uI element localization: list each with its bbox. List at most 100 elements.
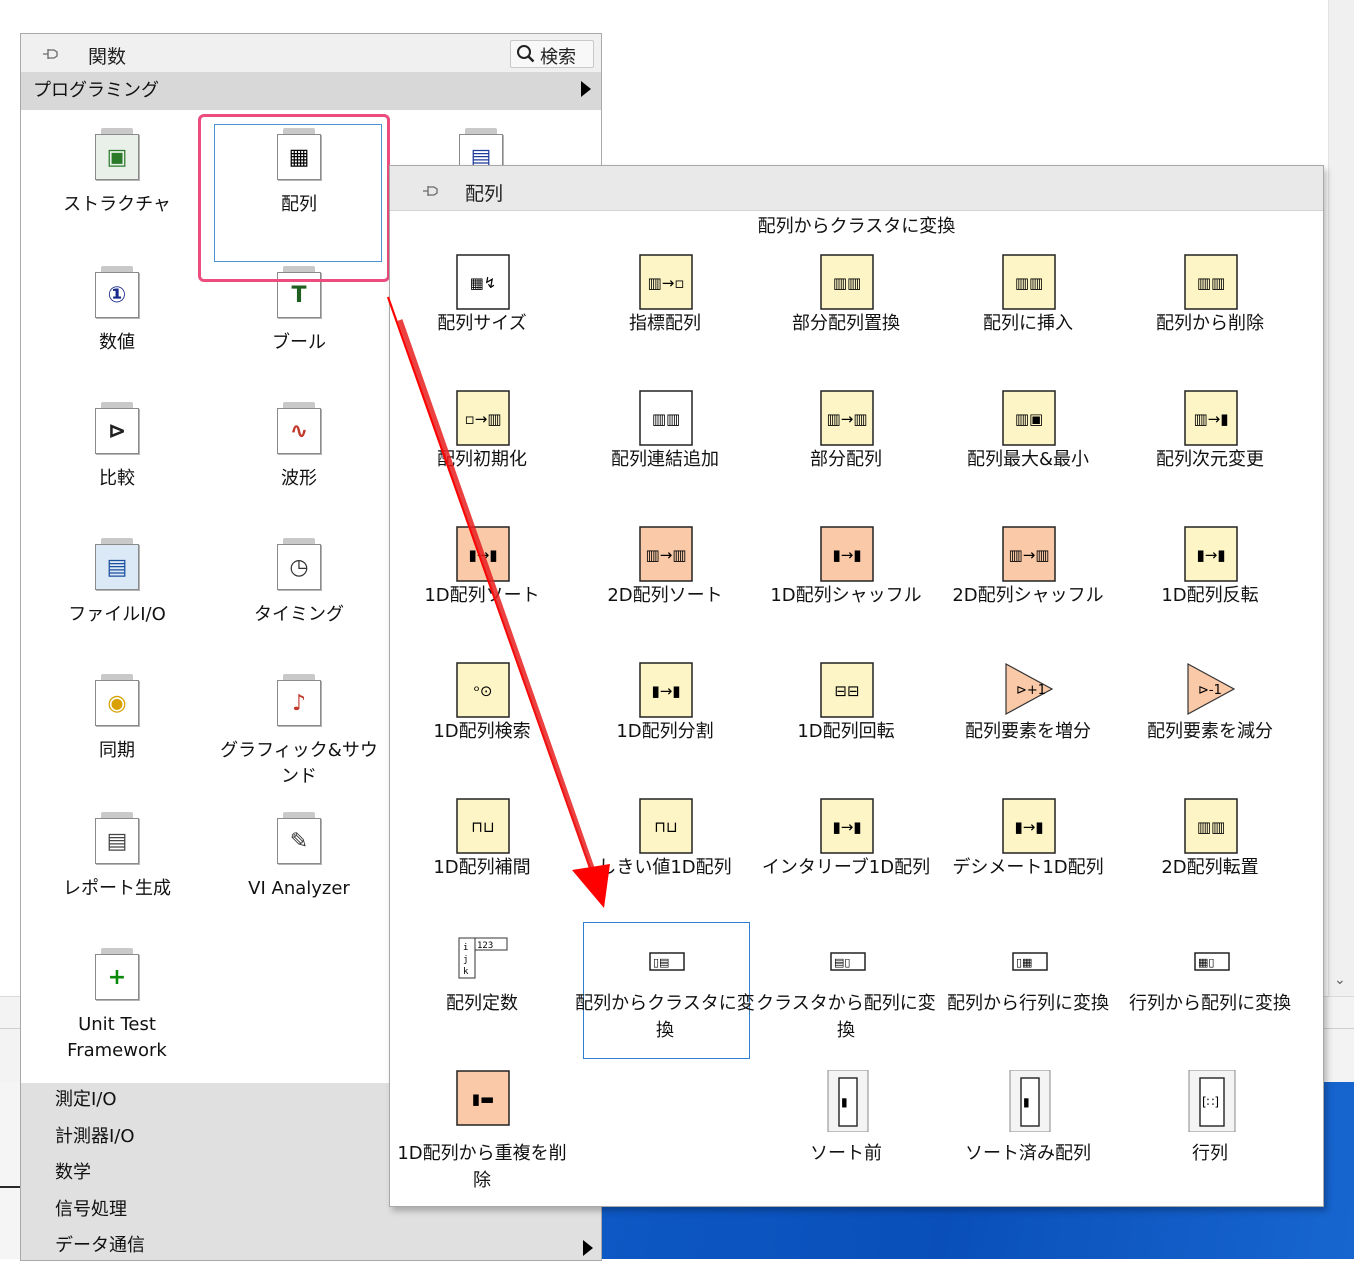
palette-item-label: 数値 [99,332,135,353]
svg-text:▥▥: ▥▥ [1015,274,1043,292]
svg-text:123: 123 [477,941,493,951]
svg-text:▦▯: ▦▯ [1198,956,1214,969]
array-function-label: 配列初期化 [437,449,527,470]
array-function-label: 配列に挿入 [983,313,1073,334]
interleave-1d-arrays-icon: ▮→▮ [820,798,874,854]
svg-text:▮→▮: ▮→▮ [651,682,680,700]
svg-text:ᵒ⊙: ᵒ⊙ [474,682,493,700]
array-function-label: ソート前 [810,1143,882,1164]
expand-arrow-icon[interactable] [583,1240,593,1256]
cluster-to-array-icon: ▤▯ [820,934,874,988]
pin-icon[interactable] [422,183,442,199]
sorted-array-icon: ▮ [1002,1069,1056,1133]
array-to-cluster-icon: ▯▤ [639,934,693,988]
reverse-1d-array-icon: ▮→▮ [1184,526,1238,582]
array-function-label: 行列から配列に変換 [1129,993,1291,1014]
scroll-down-icon[interactable]: ⌄ [1334,972,1346,988]
array-function-label: 配列連結追加 [611,449,719,470]
svg-text:k: k [463,967,469,977]
structures-icon: ▣ [95,128,139,180]
category-mathematics[interactable]: 数学 [55,1158,91,1184]
decrement-array-element-icon: ⊳-1 [1184,662,1238,716]
timing-icon: ◷ [277,538,321,590]
palette-item-label: Unit Test Framework [67,1014,167,1061]
svg-text:▮→▮: ▮→▮ [468,546,497,564]
category-programming[interactable]: プログラミング [21,72,601,110]
pin-icon[interactable] [42,46,62,62]
array-function-label: 配列からクラスタに変換 [575,993,755,1041]
insert-into-array-icon: ▥▥ [1002,254,1056,310]
interpolate-1d-array-icon: ⊓⊔ [456,798,510,854]
array-function-label: 配列から行列に変換 [947,993,1109,1014]
functions-palette-header: 関数 検索 [21,34,601,72]
palette-item-label: 同期 [99,740,135,761]
svg-text:j: j [463,955,468,965]
svg-text:▮→▮: ▮→▮ [832,818,861,836]
array-function-label: ソート済み配列 [965,1143,1091,1164]
expand-arrow-icon[interactable] [581,81,591,97]
svg-text:▥→▥: ▥→▥ [646,546,687,564]
category-signal-processing[interactable]: 信号処理 [55,1195,127,1221]
svg-text:▮: ▮ [1023,1095,1030,1109]
category-measurement-io[interactable]: 測定I/O [55,1085,117,1111]
remove-duplicates-icon: ▮▬ [456,1070,510,1126]
array-function-label: 2D配列ソート [607,585,723,606]
category-data-communication[interactable]: データ通信 [55,1231,145,1257]
palette-item-label: 比較 [99,468,135,489]
array-function-label: 配列定数 [446,993,518,1014]
matrix-to-array-icon: ▦▯ [1184,934,1238,988]
category-label: プログラミング [33,80,159,101]
svg-text:▥→▥: ▥→▥ [827,410,868,428]
array-palette-title: 配列 [465,183,504,205]
array-function-label: 部分配列 [810,449,882,470]
array-function-label: 1D配列回転 [797,721,895,742]
palette-item-label: VI Analyzer [248,878,350,899]
svg-text:⊟⊟: ⊟⊟ [834,682,859,700]
array-function-label: 配列最大&最小 [966,449,1090,470]
hover-tooltip: 配列からクラスタに変換 [757,216,956,237]
background-window-line [0,1186,22,1188]
search-button[interactable]: 検索 [510,40,594,68]
svg-text:▮→▮: ▮→▮ [1014,818,1043,836]
delete-from-array-icon: ▥▥ [1184,254,1238,310]
svg-text:▮→▮: ▮→▮ [832,546,861,564]
rotate-1d-array-icon: ⊟⊟ [820,662,874,718]
svg-text:▤▯: ▤▯ [834,956,850,969]
array-function-label: 1D配列検索 [433,721,531,742]
palette-item-label: ストラクチャ [63,194,171,215]
svg-text:▯▤: ▯▤ [653,956,669,969]
svg-text:⊳+1: ⊳+1 [1016,683,1046,698]
array-function-label: 1D配列から重複を削除 [397,1143,567,1191]
decimate-1d-array-icon: ▮→▮ [1002,798,1056,854]
array-function-label: 配列要素を減分 [1147,721,1273,742]
array-function-label: 配列から削除 [1156,313,1264,334]
array-selection-highlight [198,114,390,282]
array-function-label: インタリーブ1D配列 [761,857,931,878]
initialize-array-icon: ▫→▥ [456,390,510,446]
search-icon [516,44,536,64]
background-scrollbar[interactable] [1328,0,1354,1010]
array-constant-icon: 123 i j k [456,934,510,988]
functions-palette-title: 関数 [88,46,127,68]
sort-1d-array-icon: ▮→▮ [456,526,510,582]
reshape-array-icon: ▥→▮ [1184,390,1238,446]
svg-text:⊓⊔: ⊓⊔ [471,818,494,836]
unit-test-framework-icon: + [95,948,139,1000]
search-label: 検索 [540,47,576,68]
array-function-label: クラスタから配列に変換 [756,993,936,1041]
palette-item-label: グラフィック&サウンド [220,740,378,787]
threshold-1d-array-icon: ⊓⊔ [639,798,693,854]
shuffle-1d-array-icon: ▮→▮ [820,526,874,582]
palette-item-label: ブール [272,332,326,353]
category-instrument-io[interactable]: 計測器I/O [55,1122,135,1148]
svg-text:i: i [463,943,468,953]
split-1d-array-icon: ▮→▮ [639,662,693,718]
svg-text:▫→▥: ▫→▥ [465,410,502,428]
array-palette-header: 配列 [390,166,1323,211]
file-io-icon: ▤ [95,538,139,590]
svg-text:▥▣: ▥▣ [1015,410,1043,428]
svg-text:▦↯: ▦↯ [470,274,497,292]
svg-text:▮▬: ▮▬ [472,1090,494,1108]
array-palette: 配列 配列からクラスタに変換 ▦↯ 配列サイズ ▥→▫ 指標配列 ▥▥ 部分配列置換 ▥▥ 配… [389,165,1324,1207]
array-function-label: 配列次元変更 [1156,449,1264,470]
